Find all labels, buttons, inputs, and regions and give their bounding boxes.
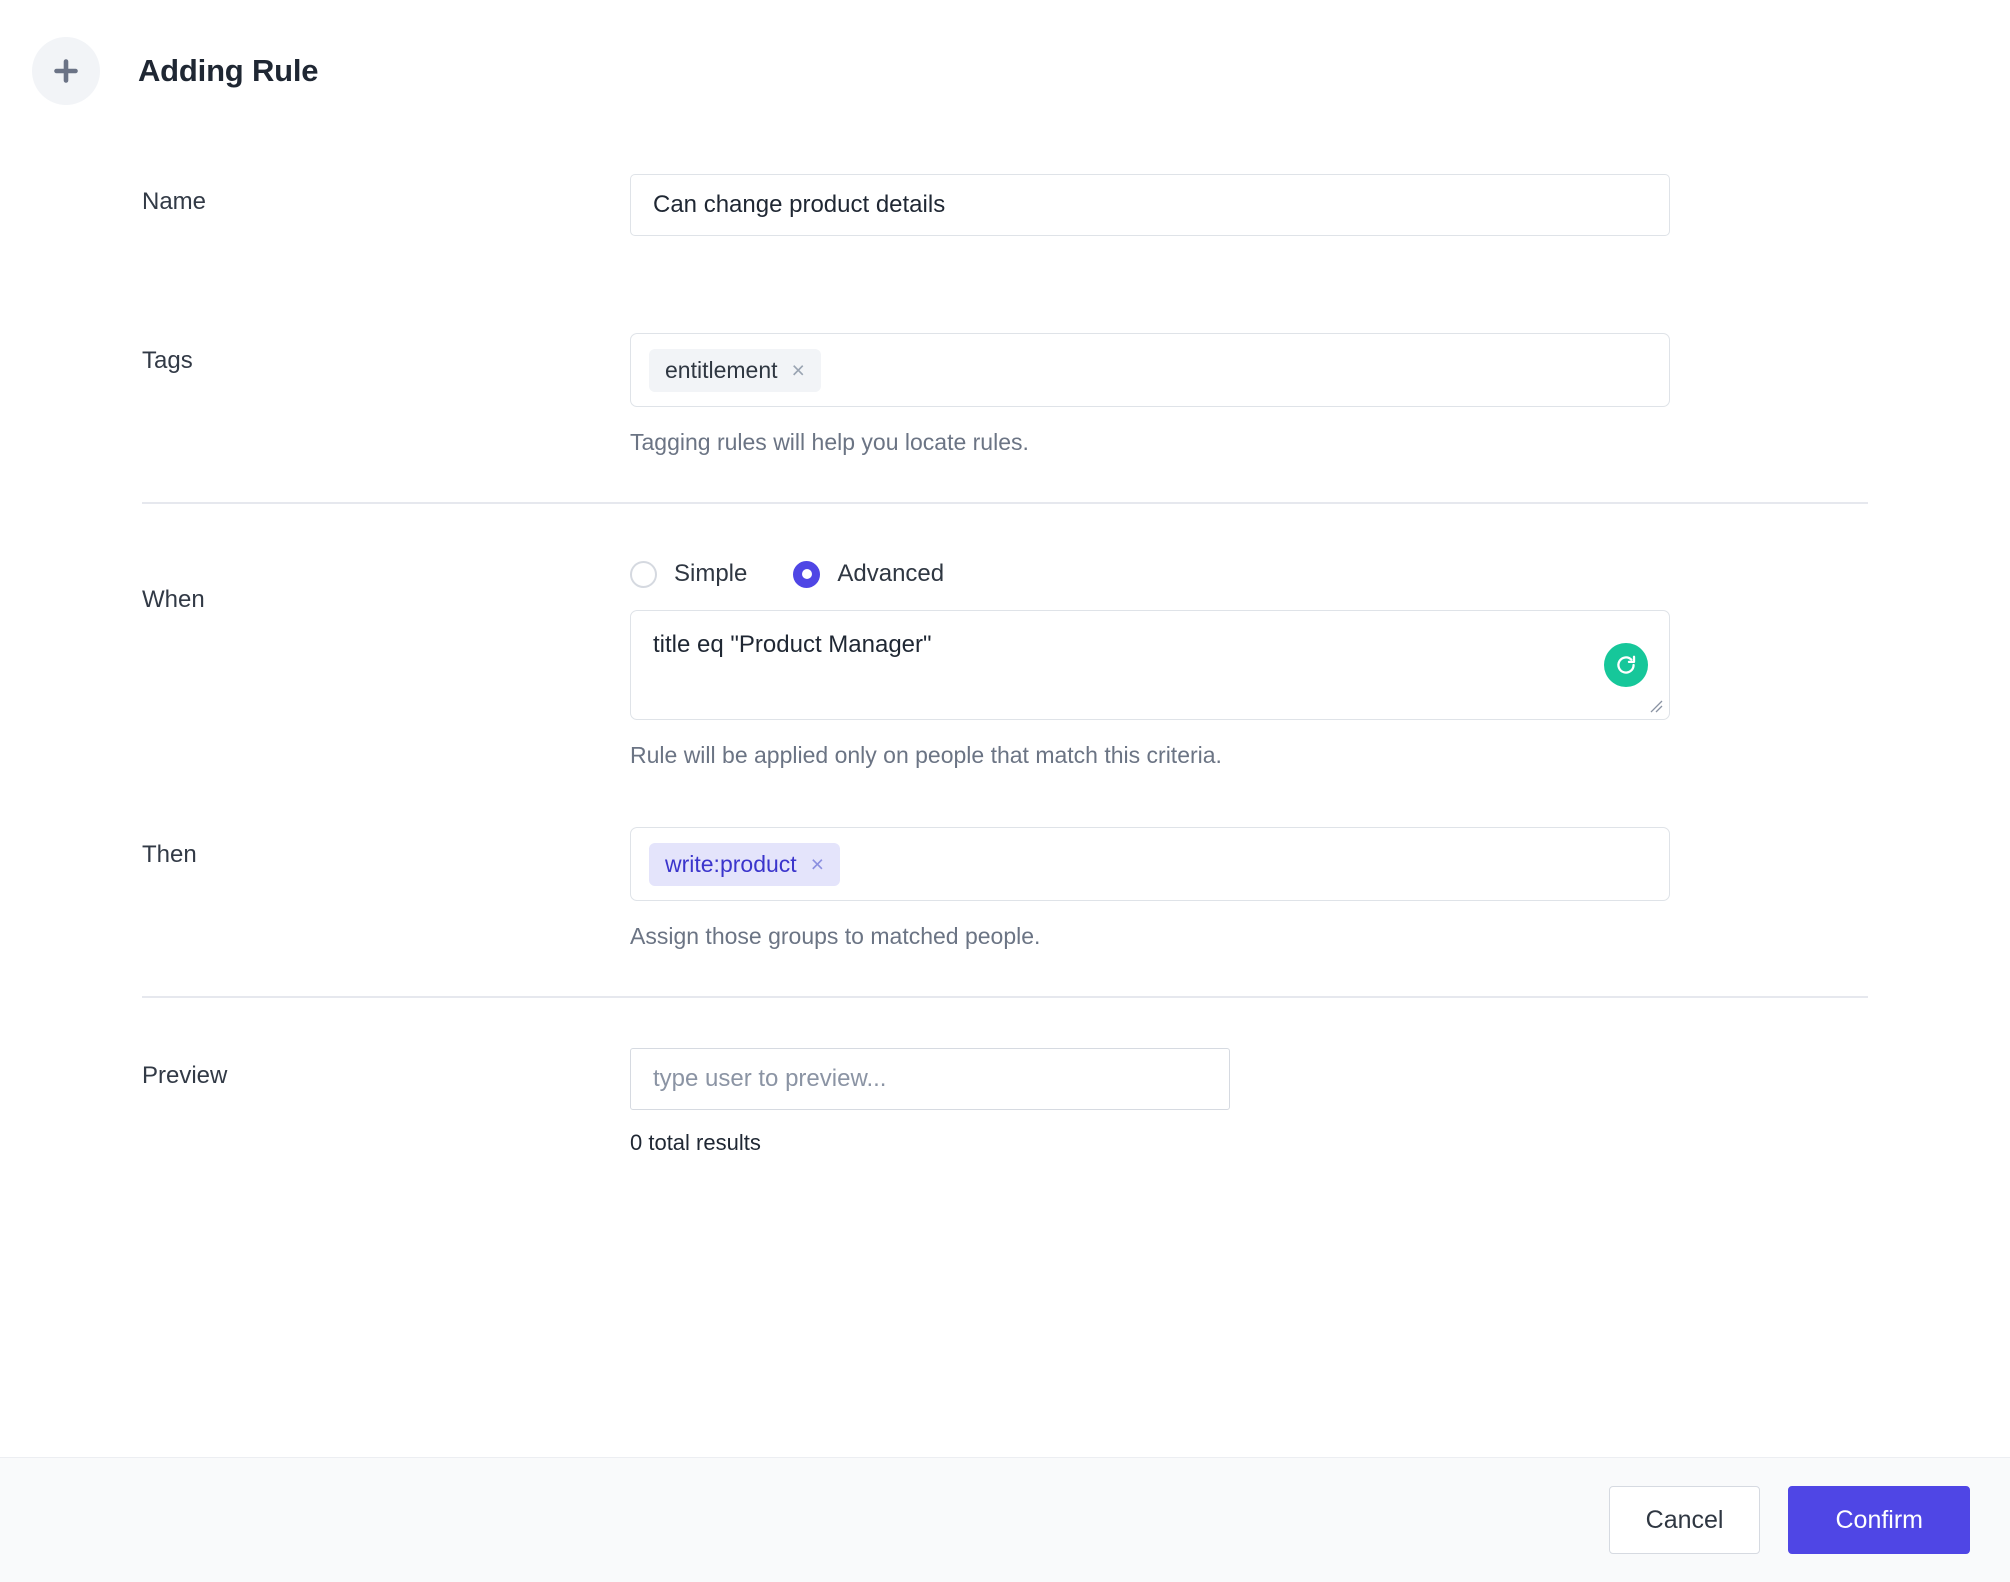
page-title: Adding Rule	[138, 53, 319, 88]
then-helper-text: Assign those groups to matched people.	[630, 923, 1041, 949]
preview-results-count: 0 total results	[630, 1130, 761, 1155]
name-label: Name	[142, 188, 207, 215]
tag-chip[interactable]: entitlement ×	[649, 348, 821, 392]
radio-simple-dot[interactable]	[630, 560, 657, 588]
refresh-icon[interactable]	[1604, 643, 1648, 687]
then-groups-input[interactable]: write:product ×	[630, 827, 1670, 901]
dialog-header: Adding Rule	[0, 0, 2010, 112]
textarea-resize-handle[interactable]	[1647, 697, 1663, 713]
plus-icon	[32, 37, 100, 105]
tag-chip-label: entitlement	[665, 356, 778, 383]
when-expression-wrapper	[630, 610, 1670, 720]
then-label: Then	[142, 841, 197, 868]
tags-label: Tags	[142, 347, 193, 374]
when-expression-textarea[interactable]	[630, 610, 1670, 720]
when-label: When	[142, 586, 205, 613]
radio-advanced[interactable]: Advanced	[793, 560, 944, 588]
when-mode-radio-group: Simple Advanced	[630, 556, 1868, 588]
adding-rule-dialog: Adding Rule Name Tags entitlement × Tagg…	[0, 0, 2010, 1582]
group-chip-label: write:product	[665, 850, 797, 877]
tags-input[interactable]: entitlement ×	[630, 333, 1670, 407]
tag-chip-remove-icon[interactable]: ×	[792, 358, 805, 382]
field-row-name: Name	[0, 112, 2010, 236]
cancel-button[interactable]: Cancel	[1608, 1486, 1761, 1554]
dialog-body: Name Tags entitlement × Tagging rules wi…	[0, 112, 2010, 1457]
when-helper-text: Rule will be applied only on people that…	[630, 742, 1222, 768]
preview-label: Preview	[142, 1062, 228, 1089]
tags-helper-text: Tagging rules will help you locate rules…	[630, 429, 1029, 455]
radio-advanced-label: Advanced	[837, 560, 945, 587]
confirm-button[interactable]: Confirm	[1788, 1486, 1970, 1554]
field-row-when: When Simple Advanced title eq "Product M…	[0, 504, 2010, 769]
group-chip-remove-icon[interactable]: ×	[811, 852, 824, 876]
field-row-tags: Tags entitlement × Tagging rules will he…	[0, 236, 2010, 456]
field-row-then: Then write:product × Assign those groups…	[0, 769, 2010, 950]
radio-simple[interactable]: Simple	[630, 560, 747, 588]
radio-advanced-dot[interactable]	[793, 560, 821, 588]
name-input[interactable]	[630, 174, 1670, 236]
preview-search-input[interactable]	[630, 1048, 1230, 1110]
group-chip[interactable]: write:product ×	[649, 842, 841, 886]
radio-simple-label: Simple	[674, 560, 748, 587]
dialog-footer: Cancel Confirm	[0, 1457, 2010, 1582]
field-row-preview: Preview 0 total results	[0, 998, 2010, 1156]
